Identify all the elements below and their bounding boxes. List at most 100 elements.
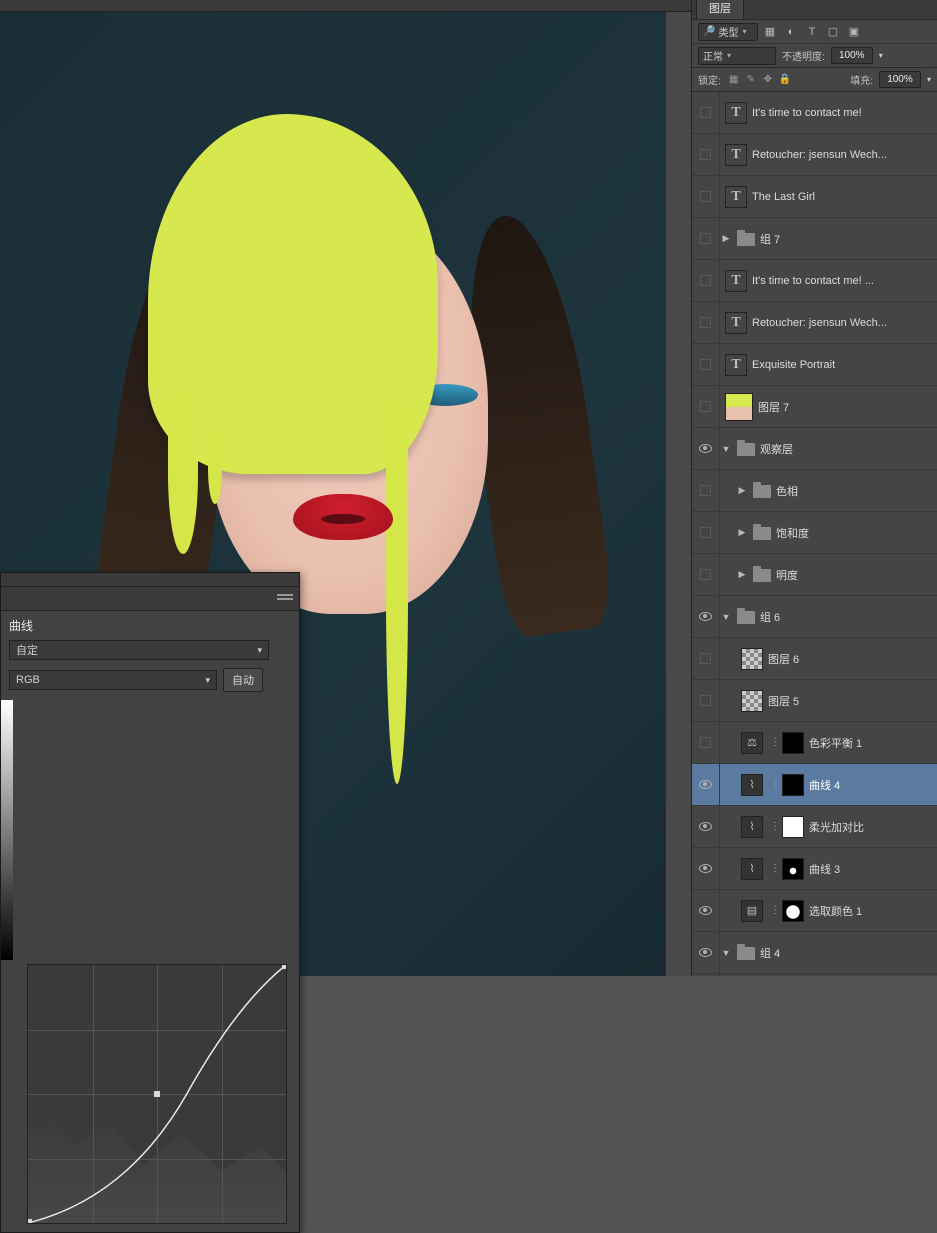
visibility-toggle[interactable]	[692, 176, 720, 217]
layer-mask-thumbnail[interactable]	[782, 732, 804, 754]
visibility-toggle[interactable]	[692, 92, 720, 133]
layer-name[interactable]: 色相	[776, 483, 933, 499]
layer-row[interactable]: 图层 7	[692, 386, 937, 428]
lock-brush-icon[interactable]: ✎	[744, 73, 758, 87]
visibility-toggle[interactable]	[692, 932, 720, 973]
visibility-toggle[interactable]	[692, 470, 720, 511]
visibility-toggle[interactable]	[692, 344, 720, 385]
layer-row[interactable]: ▼组 6	[692, 596, 937, 638]
layer-name[interactable]: 饱和度	[776, 525, 933, 541]
layer-row[interactable]: ▶ 明度	[692, 554, 937, 596]
visibility-toggle[interactable]	[692, 218, 720, 259]
layer-name[interactable]: Retoucher: jsensun Wech...	[752, 149, 933, 161]
layer-name[interactable]: 图层 5	[768, 693, 933, 709]
visibility-toggle[interactable]	[692, 554, 720, 595]
layer-row[interactable]: TIt's time to contact me! ...	[692, 260, 937, 302]
layer-row[interactable]: TRetoucher: jsensun Wech...	[692, 302, 937, 344]
layer-list[interactable]: TIt's time to contact me!TRetoucher: jse…	[692, 92, 937, 976]
blend-mode-dropdown[interactable]: 正常	[698, 47, 776, 65]
visibility-toggle[interactable]	[692, 806, 720, 847]
disclosure-triangle[interactable]: ▼	[720, 444, 732, 454]
layer-row[interactable]: TExquisite Portrait	[692, 344, 937, 386]
layer-name[interactable]: It's time to contact me!	[752, 107, 933, 119]
layer-mask-thumbnail[interactable]	[782, 900, 804, 922]
layer-name[interactable]: 组 7	[760, 231, 933, 247]
filter-type-dropdown[interactable]: 🔎 类型	[698, 23, 758, 41]
curves-graph[interactable]	[27, 964, 287, 1224]
layer-name[interactable]: 曲线 4	[809, 777, 933, 793]
layer-row[interactable]: ⌇ ⋮ 柔光加对比	[692, 806, 937, 848]
visibility-toggle[interactable]	[692, 596, 720, 637]
layer-thumbnail[interactable]	[741, 648, 763, 670]
adjustment-icon[interactable]: ⚖	[741, 732, 763, 754]
adjustment-icon[interactable]: ⌇	[741, 774, 763, 796]
layers-panel-tabs[interactable]: 图层	[692, 0, 937, 20]
curve-line[interactable]	[28, 965, 286, 1223]
disclosure-triangle[interactable]: ▼	[720, 948, 732, 958]
layer-row[interactable]: TIt's time to contact me!	[692, 92, 937, 134]
layer-row[interactable]: TRetoucher: jsensun Wech...	[692, 134, 937, 176]
layer-row[interactable]: 图层 6	[692, 638, 937, 680]
visibility-toggle[interactable]	[692, 512, 720, 553]
layer-name[interactable]: Exquisite Portrait	[752, 359, 933, 371]
layer-mask-thumbnail[interactable]	[782, 858, 804, 880]
filter-text-icon[interactable]: T	[803, 23, 821, 41]
opacity-input[interactable]: 100%	[831, 47, 873, 64]
layer-name[interactable]: 图层 7	[758, 399, 933, 415]
adjustment-icon[interactable]: ▤	[741, 900, 763, 922]
layer-row[interactable]: ▤ ⋮ 选取颜色 1	[692, 890, 937, 932]
disclosure-triangle[interactable]: ▼	[720, 612, 732, 622]
lock-transparent-icon[interactable]: ▦	[727, 73, 741, 87]
visibility-toggle[interactable]	[692, 386, 720, 427]
layer-name[interactable]: 明度	[776, 567, 933, 583]
layer-row[interactable]: ▼ 观察层	[692, 428, 937, 470]
visibility-toggle[interactable]	[692, 764, 720, 805]
visibility-toggle[interactable]	[692, 260, 720, 301]
disclosure-triangle[interactable]: ▶	[736, 485, 748, 496]
lock-move-icon[interactable]: ✥	[761, 73, 775, 87]
disclosure-triangle[interactable]: ▶	[720, 233, 732, 244]
layer-row[interactable]: ⚖ ⋮ 色彩平衡 1	[692, 722, 937, 764]
adjustment-icon[interactable]: ⌇	[741, 816, 763, 838]
layers-tab[interactable]: 图层	[696, 0, 744, 19]
adjustment-icon[interactable]: ⌇	[741, 858, 763, 880]
layer-row[interactable]: TThe Last Girl	[692, 176, 937, 218]
link-icon[interactable]: ⋮	[770, 779, 780, 790]
layer-name[interactable]: 图层 6	[768, 651, 933, 667]
curves-preset-dropdown[interactable]: 自定	[9, 640, 269, 660]
disclosure-triangle[interactable]: ▶	[736, 569, 748, 580]
link-icon[interactable]: ⋮	[770, 863, 780, 874]
layer-name[interactable]: 组 4	[760, 945, 933, 961]
layer-name[interactable]: 观察层	[760, 441, 933, 457]
layer-name[interactable]: 柔光加对比	[809, 819, 933, 835]
layer-row[interactable]: ⌇⋮曲线 3	[692, 848, 937, 890]
layer-row[interactable]: ▶ 色相	[692, 470, 937, 512]
layer-row[interactable]: ▼ 组 4	[692, 932, 937, 974]
visibility-toggle[interactable]	[692, 680, 720, 721]
layer-name[interactable]: 选取颜色 1	[809, 903, 933, 919]
curves-properties-panel[interactable]: 曲线 自定 RGB 自动	[0, 572, 300, 1233]
link-icon[interactable]: ⋮	[770, 737, 780, 748]
layer-thumbnail[interactable]	[741, 690, 763, 712]
link-icon[interactable]: ⋮	[770, 821, 780, 832]
layer-row[interactable]: ⌇ ⋮ 曲线 4	[692, 764, 937, 806]
layer-name[interactable]: It's time to contact me! ...	[752, 275, 933, 287]
curves-auto-button[interactable]: 自动	[223, 668, 263, 692]
lock-all-icon[interactable]: 🔒	[778, 73, 792, 87]
layer-mask-thumbnail[interactable]	[782, 816, 804, 838]
layer-thumbnail[interactable]	[725, 393, 753, 421]
visibility-toggle[interactable]	[692, 302, 720, 343]
visibility-toggle[interactable]	[692, 134, 720, 175]
layer-mask-thumbnail[interactable]	[782, 774, 804, 796]
link-icon[interactable]: ⋮	[770, 905, 780, 916]
layer-name[interactable]: The Last Girl	[752, 191, 933, 203]
filter-smart-icon[interactable]: ▣	[845, 23, 863, 41]
layer-name[interactable]: 色彩平衡 1	[809, 735, 933, 751]
curves-panel-header[interactable]	[1, 587, 299, 611]
layer-row[interactable]: 图层 5	[692, 680, 937, 722]
disclosure-triangle[interactable]: ▶	[736, 527, 748, 538]
visibility-toggle[interactable]	[692, 848, 720, 889]
visibility-toggle[interactable]	[692, 428, 720, 469]
document-tabs[interactable]	[0, 0, 691, 12]
visibility-toggle[interactable]	[692, 722, 720, 763]
